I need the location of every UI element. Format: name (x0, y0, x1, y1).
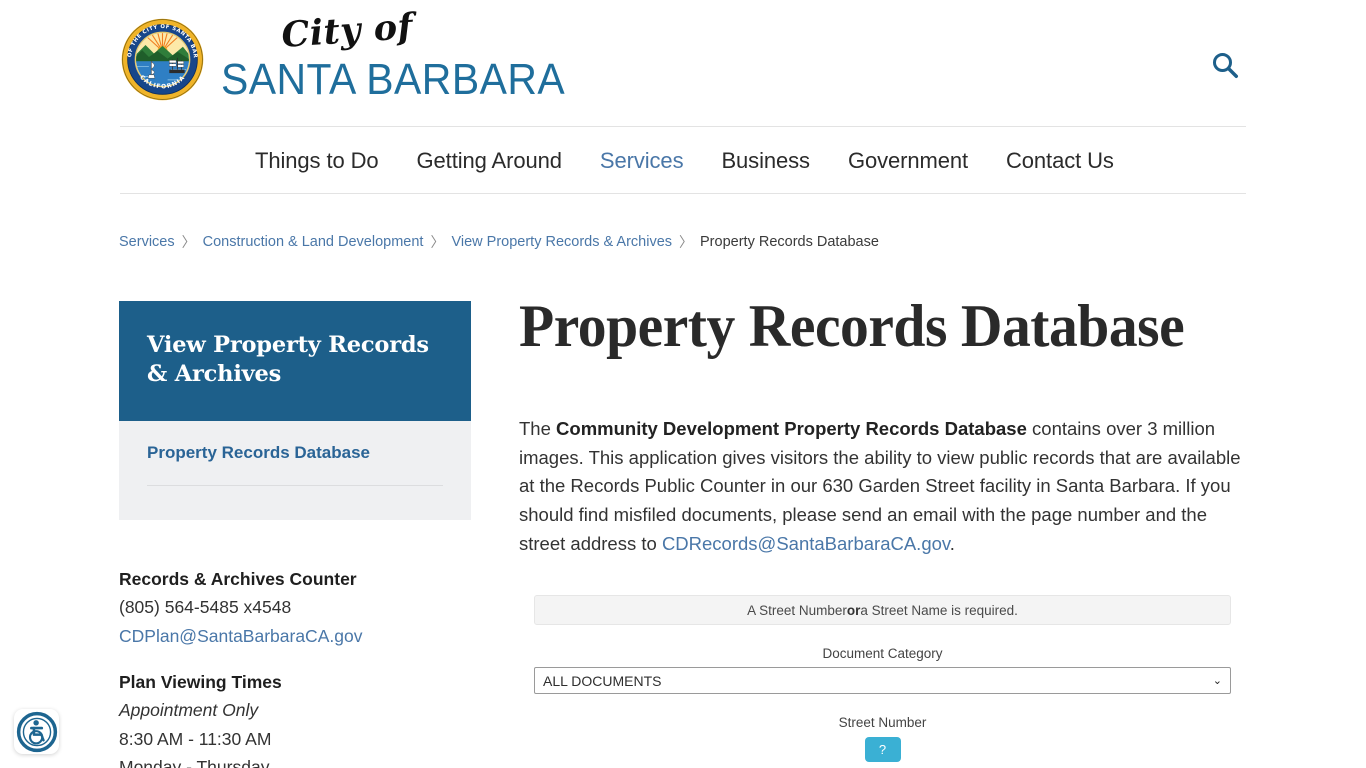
nav-list: Things to Do Getting Around Services Bus… (120, 148, 1133, 174)
nav-item-business[interactable]: Business (702, 148, 828, 174)
plan-viewing-hours: 8:30 AM - 11:30 AM (119, 728, 272, 749)
breadcrumb-separator-icon: 〉 (430, 234, 445, 250)
intro-part-3: . (949, 532, 955, 554)
brand-santa-barbara: SANTA BARBARA (221, 54, 566, 104)
breadcrumb-item-view-property-records-archives[interactable]: View Property Records & Archives (451, 234, 672, 250)
search-button[interactable] (1204, 44, 1246, 86)
main-navigation: Things to Do Getting Around Services Bus… (120, 128, 1246, 194)
sidebar-header-title: View Property Records & Archives (147, 332, 429, 387)
cdrecords-email-link[interactable]: CDRecords@SantaBarbaraCA.gov (662, 533, 950, 554)
nav-item-government[interactable]: Government (829, 148, 987, 174)
plan-viewing-days: Monday - Thursday (119, 757, 270, 768)
plan-viewing-appointment-note: Appointment Only (119, 700, 259, 721)
breadcrumb-item-services[interactable]: Services (119, 234, 175, 250)
breadcrumb: Services 〉 Construction & Land Developme… (119, 232, 879, 252)
contact-spacer (119, 650, 471, 668)
records-archives-counter-heading: Records & Archives Counter (119, 569, 357, 589)
document-category-select[interactable]: ALL DOCUMENTS ⌄ (534, 667, 1231, 694)
intro-part-1: The (519, 418, 557, 439)
nav-item-getting-around[interactable]: Getting Around (398, 148, 581, 174)
document-category-selected-value: ALL DOCUMENTS (543, 672, 662, 689)
street-number-label: Street Number (838, 715, 927, 730)
sidebar-item-property-records-database[interactable]: Property Records Database (147, 443, 443, 486)
wheelchair-accessibility-icon (16, 711, 57, 752)
intro-bold-database-name: Community Development Property Records D… (556, 418, 1027, 439)
plan-viewing-times-heading: Plan Viewing Times (119, 672, 282, 693)
nav-item-things-to-do[interactable]: Things to Do (236, 148, 398, 174)
site-logo[interactable]: SEAL OF THE CITY OF SANTA BARBARA CALIFO… (120, 5, 565, 103)
intro-paragraph: The Community Development Property Recor… (519, 415, 1246, 558)
brand-wordmark: City of SANTA BARBARA (221, 5, 565, 103)
property-search-form: A Street Number or a Street Name is requ… (534, 595, 1231, 768)
records-counter-email-link[interactable]: CDPlan@SantaBarbaraCA.gov (119, 626, 362, 646)
brand-city-of: City of (280, 5, 415, 56)
page-root: SEAL OF THE CITY OF SANTA BARBARA CALIFO… (0, 0, 1366, 768)
alert-text-pre: A Street Number (747, 602, 847, 618)
breadcrumb-item-construction-land-development[interactable]: Construction & Land Development (203, 234, 424, 250)
sidebar: View Property Records & Archives Propert… (119, 301, 471, 520)
main-content: Property Records Database The Community … (519, 295, 1246, 577)
form-requirement-alert: A Street Number or a Street Name is requ… (534, 595, 1231, 625)
breadcrumb-separator-icon: 〉 (181, 234, 196, 250)
site-header: SEAL OF THE CITY OF SANTA BARBARA CALIFO… (0, 0, 1366, 128)
accessibility-menu-button[interactable] (14, 709, 59, 754)
street-number-help-button[interactable]: ? (864, 737, 901, 762)
breadcrumb-separator-icon: 〉 (679, 234, 694, 250)
chevron-down-icon: ⌄ (1212, 675, 1222, 687)
sidebar-header: View Property Records & Archives (119, 301, 471, 421)
header-inner: SEAL OF THE CITY OF SANTA BARBARA CALIFO… (120, 0, 1246, 127)
city-seal-icon: SEAL OF THE CITY OF SANTA BARBARA CALIFO… (120, 17, 204, 101)
page-title: Property Records Database (519, 293, 1185, 359)
records-counter-phone: (805) 564-5485 x4548 (119, 597, 292, 618)
sidebar-body: Property Records Database (119, 420, 471, 520)
alert-text-or: or (846, 602, 861, 618)
document-category-label: Document Category (822, 646, 943, 661)
sidebar-contact-block: Records & Archives Counter (805) 564-548… (119, 565, 471, 768)
nav-item-contact-us[interactable]: Contact Us (987, 148, 1133, 174)
alert-text-post: a Street Name is required. (860, 602, 1018, 618)
nav-item-services[interactable]: Services (581, 148, 703, 174)
search-icon (1212, 52, 1238, 78)
breadcrumb-item-current: Property Records Database (700, 234, 879, 250)
